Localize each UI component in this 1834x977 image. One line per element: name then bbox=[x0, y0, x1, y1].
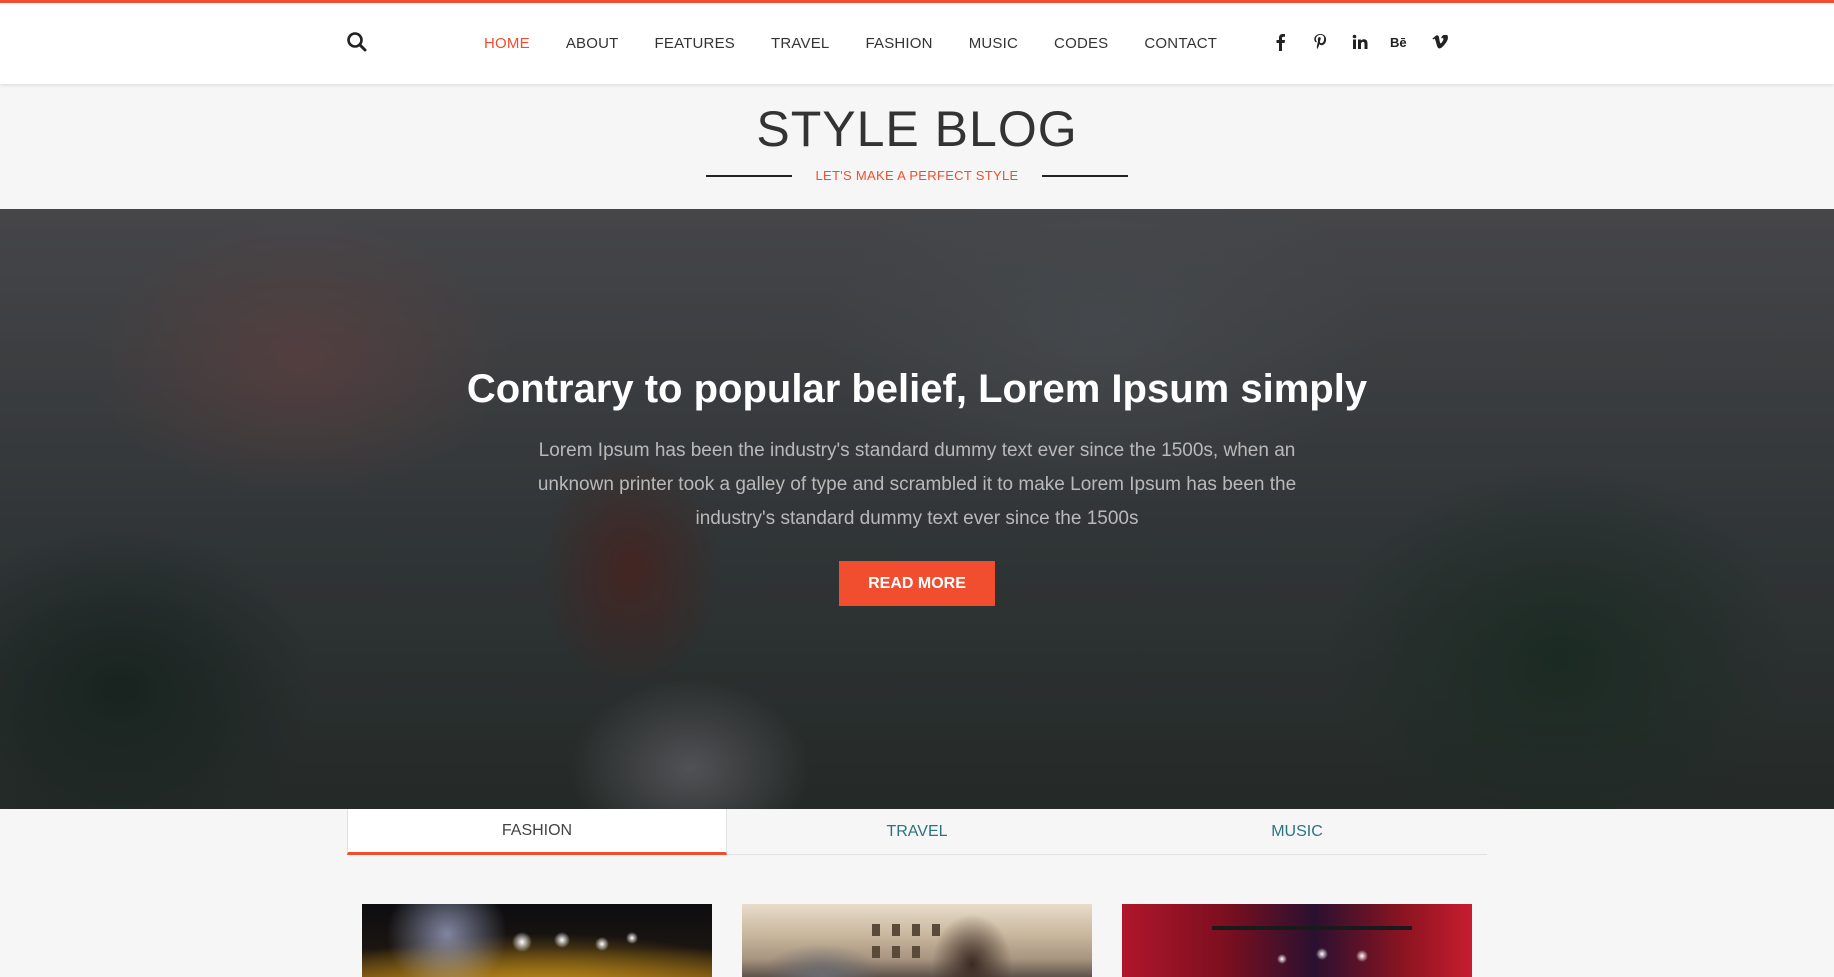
tab-travel[interactable]: TRAVEL bbox=[727, 809, 1107, 855]
tab-music[interactable]: MUSIC bbox=[1107, 809, 1487, 855]
tagline-row: LET'S MAKE A PERFECT STYLE bbox=[0, 168, 1834, 183]
hero-title: Contrary to popular belief, Lorem Ipsum … bbox=[466, 367, 1368, 411]
social-links: Bē bbox=[1260, 27, 1460, 57]
site-tagline: LET'S MAKE A PERFECT STYLE bbox=[815, 168, 1019, 183]
decor bbox=[872, 946, 880, 958]
linkedin-icon[interactable] bbox=[1340, 27, 1380, 57]
nav-item-about[interactable]: ABOUT bbox=[548, 35, 637, 52]
post-card-image[interactable] bbox=[362, 904, 712, 977]
divider bbox=[705, 174, 792, 177]
nav-item-travel[interactable]: TRAVEL bbox=[753, 35, 847, 52]
decor bbox=[892, 924, 900, 936]
nav-item-music[interactable]: MUSIC bbox=[951, 35, 1036, 52]
hero-banner: Contrary to popular belief, Lorem Ipsum … bbox=[0, 209, 1834, 809]
post-card-image[interactable] bbox=[1122, 904, 1472, 977]
hero-content: Contrary to popular belief, Lorem Ipsum … bbox=[0, 209, 1834, 809]
decor bbox=[912, 946, 920, 958]
vimeo-icon[interactable] bbox=[1420, 27, 1460, 57]
svg-text:Bē: Bē bbox=[1390, 35, 1407, 49]
nav-item-features[interactable]: FEATURES bbox=[637, 35, 754, 52]
facebook-icon[interactable] bbox=[1260, 27, 1300, 57]
decor bbox=[912, 924, 920, 936]
category-tabs: FASHION TRAVEL MUSIC bbox=[347, 809, 1487, 855]
decor bbox=[872, 924, 880, 936]
nav-item-home[interactable]: HOME bbox=[466, 35, 548, 52]
decor bbox=[892, 946, 900, 958]
decor bbox=[1212, 926, 1412, 930]
decor bbox=[932, 924, 940, 936]
main-menu: HOME ABOUT FEATURES TRAVEL FASHION MUSIC… bbox=[466, 3, 1235, 83]
post-card-image[interactable] bbox=[742, 904, 1092, 977]
read-more-button[interactable]: READ MORE bbox=[839, 561, 995, 606]
behance-icon[interactable]: Bē bbox=[1380, 27, 1420, 57]
top-navigation-bar: HOME ABOUT FEATURES TRAVEL FASHION MUSIC… bbox=[0, 0, 1834, 84]
nav-item-codes[interactable]: CODES bbox=[1036, 35, 1126, 52]
post-cards bbox=[0, 904, 1834, 977]
nav-item-fashion[interactable]: FASHION bbox=[847, 35, 950, 52]
search-icon[interactable] bbox=[344, 29, 370, 55]
divider bbox=[1042, 174, 1129, 177]
site-title: STYLE BLOG bbox=[756, 101, 1078, 157]
nav-item-contact[interactable]: CONTACT bbox=[1126, 35, 1235, 52]
hero-description: Lorem Ipsum has been the industry's stan… bbox=[537, 440, 1297, 529]
tab-fashion[interactable]: FASHION bbox=[347, 809, 727, 855]
pinterest-icon[interactable] bbox=[1300, 27, 1340, 57]
